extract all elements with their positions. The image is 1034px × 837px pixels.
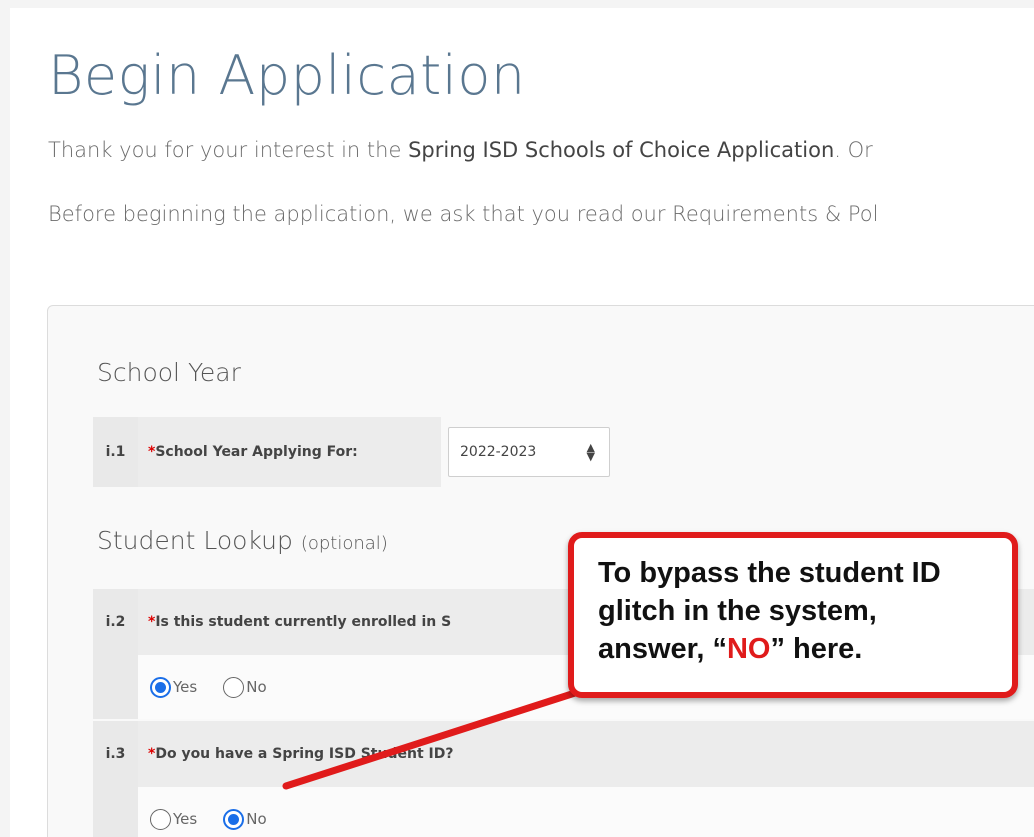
callout-emphasis: NO <box>726 633 771 665</box>
question-student-id: i.3 * Do you have a Spring ISD Student ID… <box>93 721 1034 787</box>
annotation-callout: To bypass the student ID glitch in the s… <box>568 532 1018 698</box>
application-page: Begin Application Thank you for your int… <box>10 8 1034 837</box>
section-heading-school-year: School Year <box>97 358 241 387</box>
question-label-text: Is this student currently enrolled in S <box>155 614 452 630</box>
radio-unchecked-icon <box>223 676 245 698</box>
radio-unchecked-icon <box>150 808 171 830</box>
page-title: Begin Application <box>48 44 526 107</box>
student-id-yes-radio[interactable]: Yes <box>150 808 198 830</box>
question-label-text: School Year Applying For: <box>155 444 358 460</box>
student-id-options: Yes No <box>93 787 1034 837</box>
intro-paragraph: Thank you for your interest in the Sprin… <box>48 138 873 162</box>
intro-text-end: . Or <box>834 138 873 162</box>
question-label: * Do you have a Spring ISD Student ID? <box>138 721 1034 787</box>
program-name: Spring ISD Schools of Choice Application <box>408 138 835 162</box>
callout-line: To bypass the student ID <box>598 557 941 589</box>
row-gutter <box>93 787 138 837</box>
student-lookup-title: Student Lookup <box>97 526 293 555</box>
school-year-value: 2022-2023 <box>460 444 537 460</box>
required-marker: * <box>148 444 156 460</box>
requirements-paragraph: Before beginning the application, we ask… <box>48 202 879 226</box>
question-label-text: Do you have a Spring ISD Student ID? <box>155 746 454 762</box>
required-marker: * <box>148 746 156 762</box>
intro-text: Thank you for your interest in the <box>48 138 409 162</box>
required-marker: * <box>148 614 156 630</box>
callout-text: answer, “ <box>598 633 727 665</box>
question-number: i.3 <box>93 721 138 787</box>
radio-checked-icon <box>150 676 171 698</box>
row-gutter <box>93 655 138 719</box>
student-id-no-radio[interactable]: No <box>223 808 267 830</box>
question-number: i.2 <box>93 589 138 655</box>
enrolled-no-radio[interactable]: No <box>223 676 267 698</box>
enrolled-yes-radio[interactable]: Yes <box>150 676 198 698</box>
question-number: i.1 <box>93 417 138 487</box>
callout-text: ” here. <box>770 633 863 665</box>
radio-group: Yes No <box>138 787 1034 837</box>
select-arrows-icon: ▲ ▼ <box>586 441 595 463</box>
school-year-select[interactable]: 2022-2023 ▲ ▼ <box>448 427 610 477</box>
section-heading-student-lookup: Student Lookup (optional) <box>97 526 388 555</box>
callout-line: glitch in the system, <box>598 595 877 627</box>
optional-note: (optional) <box>300 533 388 554</box>
radio-label: No <box>246 678 267 696</box>
radio-label: Yes <box>173 678 198 696</box>
callout-line: answer, “NO” here. <box>598 630 1012 668</box>
question-label: * School Year Applying For: <box>138 417 441 487</box>
radio-label: No <box>246 810 267 828</box>
question-school-year: i.1 * School Year Applying For: <box>93 417 441 487</box>
radio-checked-icon <box>223 808 245 830</box>
radio-label: Yes <box>173 810 198 828</box>
